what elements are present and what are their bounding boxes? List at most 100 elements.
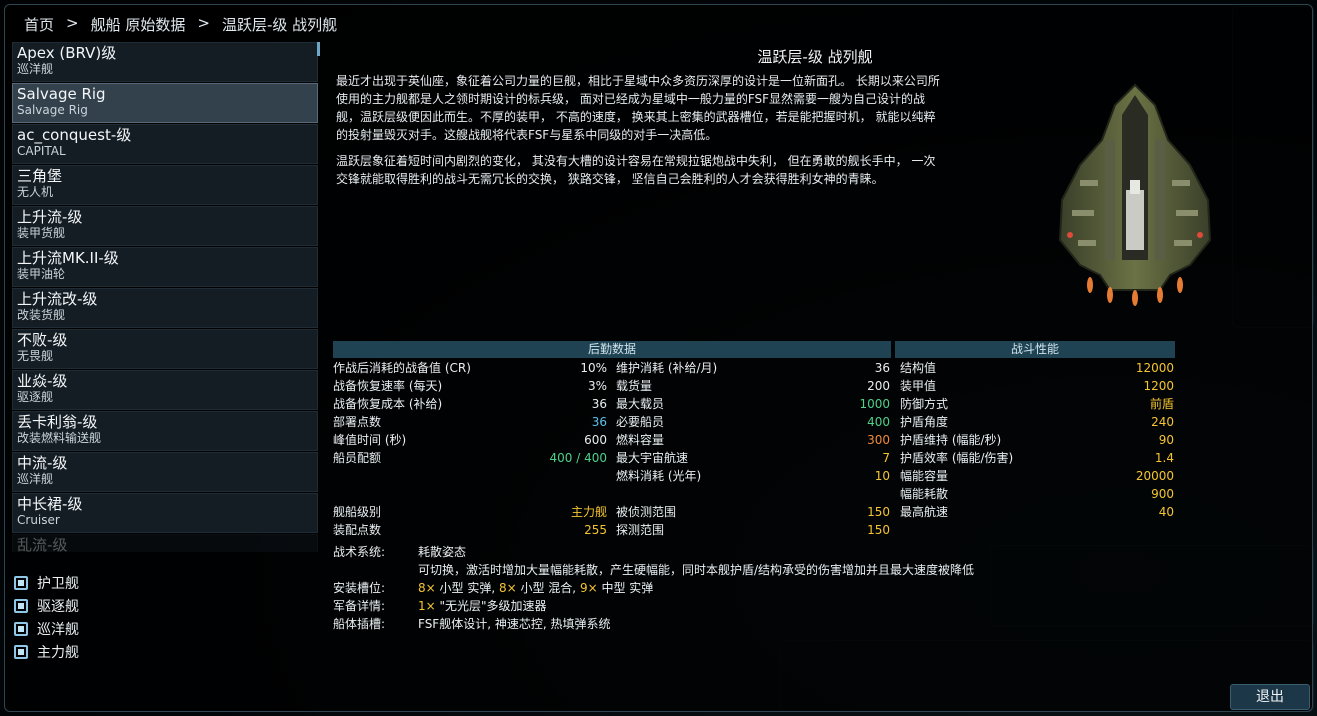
stat-label: 最大载员	[616, 397, 665, 411]
description-paragraph: 温跃层象征着短时间内剧烈的变化， 其没有大槽的设计容易在常规拉锯炮战中失利， 但…	[336, 154, 936, 186]
breadcrumb-current: 温跃层-级 战列舰	[221, 16, 338, 34]
stat-label: 维护消耗 (补给/月)	[616, 361, 718, 375]
breadcrumb-separator: >	[197, 14, 210, 32]
armament-count: 1×	[418, 599, 436, 613]
stat-label: 护盾效率 (幅能/伤害)	[900, 451, 1014, 465]
stat-value: 900	[1151, 487, 1174, 501]
stat-value: 600	[584, 433, 607, 447]
ship-list-item[interactable]: Salvage Rig Salvage Rig	[12, 83, 318, 123]
breadcrumb: 首页 > 舰船 原始数据 > 温跃层-级 战列舰	[24, 14, 337, 35]
ship-list-item-name: 不败-级	[17, 331, 68, 349]
ship-title: 温跃层-级 战列舰	[757, 48, 873, 66]
checkbox-checked-icon	[14, 598, 28, 613]
ship-list-item-name: 乱流-级	[17, 536, 68, 552]
stat-value: 36	[874, 361, 890, 375]
ship-list-item-type: 装甲油轮	[17, 267, 66, 281]
stat-value: 10%	[580, 361, 607, 375]
stat-value: 7	[882, 451, 890, 465]
stat-label: 燃料消耗 (光年)	[616, 469, 702, 483]
ship-list-item[interactable]: 上升流MK.II-级 装甲油轮	[12, 247, 318, 287]
slots-label: 安装槽位:	[333, 581, 386, 595]
stat-label: 战备恢复速率 (每天)	[333, 379, 443, 393]
stat-label: 结构值	[900, 361, 937, 375]
stat-label: 峰值时间 (秒)	[333, 433, 407, 447]
stat-label: 被侦测范围	[616, 505, 677, 519]
ship-list-item-name: 上升流MK.II-级	[17, 249, 119, 267]
stat-label: 最高航速	[900, 505, 949, 519]
ship-list-item[interactable]: 上升流-级 装甲货舰	[12, 206, 318, 246]
ship-list-item-name: 上升流-级	[17, 208, 83, 226]
ship-list-item[interactable]: 中流-级 巡洋舰	[12, 452, 318, 492]
stat-value: 90	[1158, 433, 1174, 447]
stat-value: 150	[867, 505, 890, 519]
ship-list-item-name: ac_conquest-级	[17, 126, 132, 144]
ship-list-item[interactable]: 丢卡利翁-级 改装燃料输送舰	[12, 411, 318, 451]
ship-list-item-type: 改装燃料输送舰	[17, 431, 102, 445]
filter-label: 驱逐舰	[37, 598, 79, 615]
stat-label: 必要船员	[616, 415, 665, 429]
slot-type: 小型 实弹,	[435, 581, 499, 595]
filter-checkbox[interactable]: 护卫舰	[14, 571, 79, 594]
stat-value: 40	[1158, 505, 1174, 519]
stat-label: 载货量	[616, 379, 653, 393]
stat-value: 36	[591, 397, 607, 411]
checkbox-checked-icon	[14, 575, 28, 590]
filter-checkbox[interactable]: 巡洋舰	[14, 617, 79, 640]
filter-checkbox[interactable]: 驱逐舰	[14, 594, 79, 617]
ship-list-item-name: 三角堡	[17, 167, 63, 185]
ship-list-item[interactable]: 上升流改-级 改装货舰	[12, 288, 318, 328]
ship-list-item-type: 巡洋舰	[17, 472, 54, 486]
stat-label: 装配点数	[333, 523, 382, 537]
ship-list-item-type: Cruiser	[17, 513, 60, 527]
stat-value: 200	[867, 379, 890, 393]
exit-button[interactable]: 退出	[1230, 684, 1310, 710]
stat-value: 12000	[1135, 361, 1174, 375]
ship-list-item-type: 无畏舰	[17, 349, 54, 363]
hullmods-label: 船体插槽:	[333, 617, 386, 631]
stat-label: 作战后消耗的战备值 (CR)	[333, 361, 471, 375]
stat-value: 255	[584, 523, 607, 537]
ship-list-item-name: 中长裙-级	[17, 495, 83, 513]
ship-list-item[interactable]: Apex (BRV)级 巡洋舰	[12, 42, 318, 82]
stat-value: 400	[867, 415, 890, 429]
slots-value: 8× 小型 实弹, 8× 小型 混合, 9× 中型 实弹	[418, 579, 653, 597]
list-scrollbar[interactable]	[317, 42, 320, 56]
breadcrumb-section[interactable]: 舰船 原始数据	[91, 14, 186, 35]
filter-group: 护卫舰驱逐舰巡洋舰主力舰	[14, 571, 79, 663]
ship-list: Apex (BRV)级 巡洋舰 Salvage Rig Salvage Rig ac_c…	[12, 42, 318, 552]
ship-list-item[interactable]: 乱流-级	[12, 534, 318, 552]
ship-list-item-name: 上升流改-级	[17, 290, 98, 308]
filter-label: 护卫舰	[37, 575, 79, 592]
ship-list-item-name: 丢卡利翁-级	[17, 413, 98, 431]
filter-label: 主力舰	[37, 644, 79, 661]
ship-list-item[interactable]: 不败-级 无畏舰	[12, 329, 318, 369]
tactical-system-label: 战术系统:	[333, 545, 386, 559]
ship-description: 最近才出现于英仙座，象征着公司力量的巨舰，相比于星域中众多资历深厚的设计是一位新…	[336, 72, 942, 196]
stat-label: 舰船级别	[333, 505, 382, 519]
ship-list-item[interactable]: ac_conquest-级 CAPITAL	[12, 124, 318, 164]
stat-label: 护盾维持 (幅能/秒)	[900, 433, 1002, 447]
stat-label: 探测范围	[616, 523, 665, 537]
slot-type: 中型 实弹	[597, 581, 654, 595]
ship-list-item-name: 中流-级	[17, 454, 68, 472]
slot-type: 小型 混合,	[516, 581, 580, 595]
tactical-system-desc: 可切换，激活时增加大量幅能耗散，产生硬幅能，同时本舰护盾/结构承受的伤害增加并且…	[418, 563, 975, 577]
ship-list-item[interactable]: 三角堡 无人机	[12, 165, 318, 205]
ship-list-item[interactable]: 业焱-级 驱逐舰	[12, 370, 318, 410]
description-paragraph: 最近才出现于英仙座，象征着公司力量的巨舰，相比于星域中众多资历深厚的设计是一位新…	[336, 74, 940, 142]
ship-list-item[interactable]: 中长裙-级 Cruiser	[12, 493, 318, 533]
ship-list-item-name: Salvage Rig	[17, 85, 106, 103]
stat-value: 150	[867, 523, 890, 537]
stat-value: 前盾	[1149, 397, 1174, 411]
ship-list-item-type: 无人机	[17, 185, 54, 199]
stat-label: 最大宇宙航速	[616, 451, 689, 465]
ship-list-item-type: Salvage Rig	[17, 103, 88, 117]
ship-list-item-type: 改装货舰	[17, 308, 66, 322]
stat-value: 300	[867, 433, 890, 447]
filter-checkbox[interactable]: 主力舰	[14, 640, 79, 663]
breadcrumb-home[interactable]: 首页	[24, 14, 54, 35]
slot-count: 8×	[498, 581, 517, 595]
logistics-header: 后勤数据	[333, 341, 891, 358]
stat-value: 400 / 400	[549, 451, 607, 465]
stat-label: 船员配额	[333, 451, 382, 465]
